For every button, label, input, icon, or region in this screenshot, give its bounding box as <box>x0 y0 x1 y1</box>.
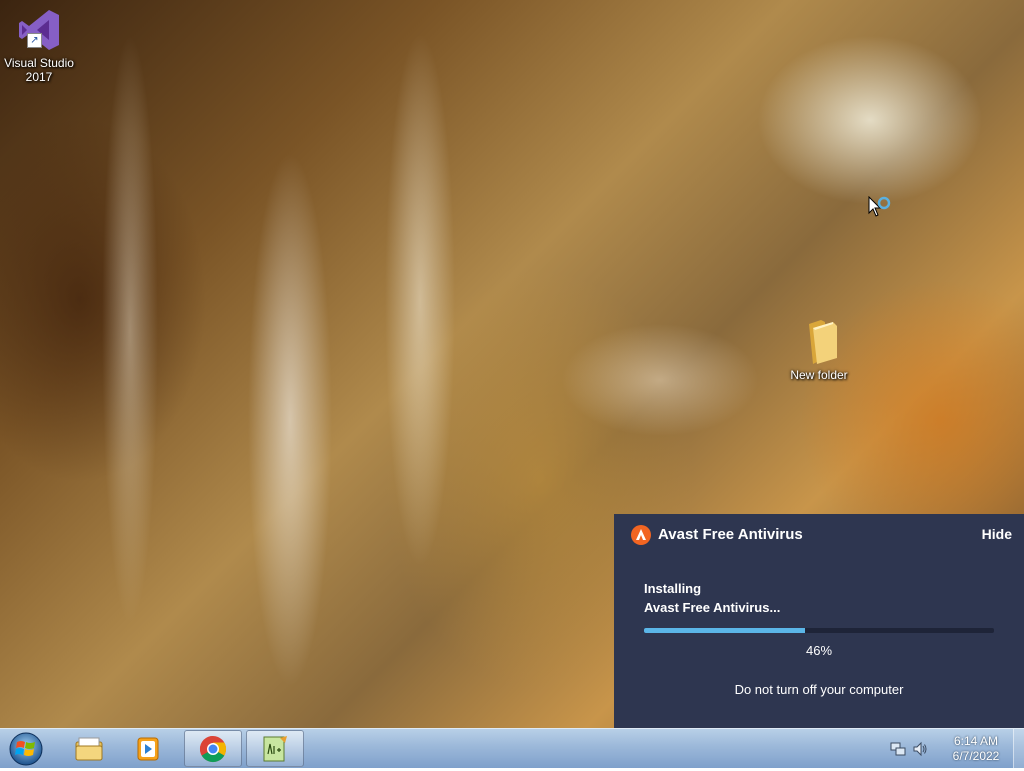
install-status-line1: Installing <box>644 581 702 596</box>
avast-title: Avast Free Antivirus <box>658 526 803 543</box>
show-desktop-button[interactable] <box>1013 729 1024 769</box>
install-progress-fill <box>644 628 805 633</box>
start-button[interactable] <box>6 731 46 767</box>
install-progress-bar <box>644 628 994 633</box>
desktop-icon-visual-studio[interactable]: ↗ Visual Studio 2017 <box>2 6 76 84</box>
system-tray: 6:14 AM 6/7/2022 <box>884 729 1024 769</box>
notepad-icon <box>263 735 287 761</box>
volume-icon[interactable] <box>912 741 928 757</box>
hide-button[interactable]: Hide <box>982 526 1012 542</box>
shortcut-arrow-icon: ↗ <box>27 33 42 48</box>
windows-logo-icon <box>9 732 43 766</box>
desktop-icon-new-folder[interactable]: New folder <box>782 318 856 382</box>
desktop-icon-label: Visual Studio 2017 <box>4 56 74 84</box>
clock-date: 6/7/2022 <box>952 749 1000 763</box>
desktop-icon-label: New folder <box>790 368 848 382</box>
taskbar: 6:14 AM 6/7/2022 <box>0 728 1024 769</box>
taskbar-media-player[interactable] <box>120 730 178 767</box>
taskbar-notepad[interactable] <box>246 730 304 767</box>
clock-time: 6:14 AM <box>953 734 999 748</box>
folder-library-icon <box>75 737 103 760</box>
avast-install-panel: Avast Free Antivirus Hide Installing Ava… <box>614 514 1024 728</box>
chrome-icon <box>199 735 227 762</box>
install-percent: 46% <box>805 643 833 658</box>
install-warning: Do not turn off your computer <box>734 682 904 697</box>
avast-logo-icon <box>630 524 652 546</box>
network-icon[interactable] <box>890 741 906 757</box>
clock[interactable]: 6:14 AM 6/7/2022 <box>938 734 1014 764</box>
taskbar-chrome[interactable] <box>184 730 242 767</box>
folder-icon <box>795 318 843 366</box>
busy-cursor-icon <box>868 195 892 220</box>
media-player-icon <box>137 737 159 760</box>
taskbar-windows-explorer[interactable] <box>60 730 118 767</box>
install-status-line2: Avast Free Antivirus... <box>644 600 781 615</box>
visual-studio-icon: ↗ <box>15 6 63 54</box>
